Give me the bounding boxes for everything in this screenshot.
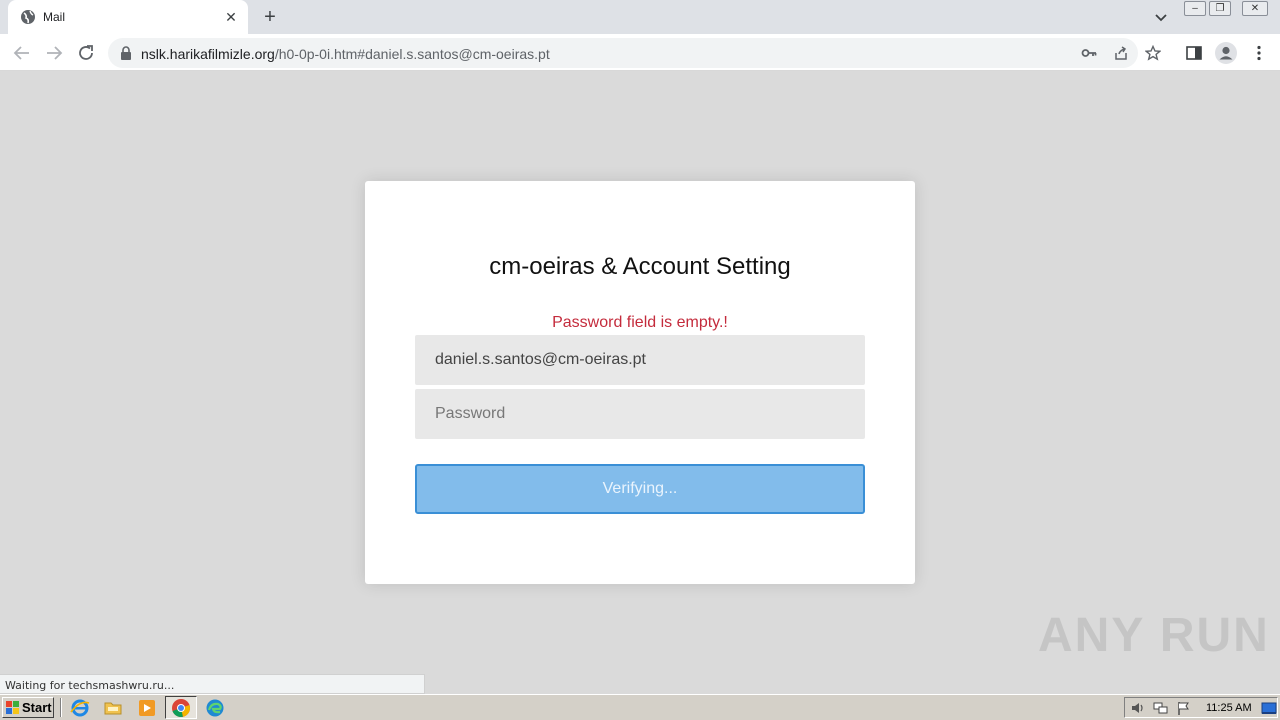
lock-icon[interactable] [120,46,132,60]
login-card: cm-oeiras & Account Setting Password fie… [365,181,915,584]
back-arrow-icon[interactable] [11,42,33,64]
windows-taskbar: Start 11:25 AM [0,694,1280,720]
network-icon[interactable] [1153,700,1169,716]
restore-button[interactable]: ❐ [1209,1,1231,16]
email-field[interactable] [415,335,865,385]
close-tab-icon[interactable]: ✕ [222,8,240,26]
start-label: Start [22,700,52,715]
password-field[interactable] [415,389,865,439]
key-icon[interactable] [1081,45,1097,61]
page-title: cm-oeiras & Account Setting [489,253,791,280]
url-host: nslk.harikafilmizle.org [141,46,275,62]
chrome-icon [172,699,191,718]
minimize-button[interactable]: – [1184,1,1206,16]
tab-mail[interactable]: Mail ✕ [8,0,248,34]
url-path: /h0-0p-0i.htm#daniel.s.santos@cm-oeiras.… [274,46,550,62]
volume-icon[interactable] [1130,700,1146,716]
status-bar: Waiting for techsmashwru.ru... [0,674,425,694]
browser-tab-bar: Mail ✕ + – ❐ ✕ [0,0,1280,34]
windows-logo-icon [6,701,19,714]
profile-avatar-icon[interactable] [1214,41,1238,65]
close-window-button[interactable]: ✕ [1242,1,1268,16]
page-viewport: cm-oeiras & Account Setting Password fie… [0,71,1280,674]
file-explorer-icon[interactable] [103,698,123,718]
reload-icon[interactable] [75,42,97,64]
url-text[interactable]: nslk.harikafilmizle.org/h0-0p-0i.htm#dan… [141,46,550,62]
verify-button[interactable]: Verifying... [415,464,865,514]
system-tray: 11:25 AM [1124,697,1278,718]
internet-explorer-icon[interactable] [70,698,90,718]
show-desktop-icon[interactable] [1261,700,1277,716]
forward-arrow-icon[interactable] [43,42,65,64]
taskbar-separator [60,698,62,717]
side-panel-icon[interactable] [1185,44,1203,62]
globe-icon [21,10,35,24]
tab-title: Mail [43,10,66,24]
new-tab-button[interactable]: + [259,6,281,28]
watermark-text: ANY RUN [1038,609,1270,662]
more-menu-icon[interactable] [1250,44,1268,62]
start-button[interactable]: Start [2,697,54,718]
anyrun-watermark: ANY RUN [1038,608,1270,663]
chrome-taskbar-button[interactable] [165,696,197,719]
media-player-icon[interactable] [137,698,157,718]
star-icon[interactable] [1145,45,1161,61]
edge-icon[interactable] [205,698,225,718]
chevron-down-icon[interactable] [1152,8,1170,26]
error-message: Password field is empty.! [552,314,728,331]
clock: 11:25 AM [1206,702,1252,714]
flag-icon[interactable] [1176,700,1192,716]
address-bar[interactable]: nslk.harikafilmizle.org/h0-0p-0i.htm#dan… [108,38,1161,68]
share-icon[interactable] [1113,45,1129,61]
browser-toolbar: nslk.harikafilmizle.org/h0-0p-0i.htm#dan… [0,34,1280,71]
